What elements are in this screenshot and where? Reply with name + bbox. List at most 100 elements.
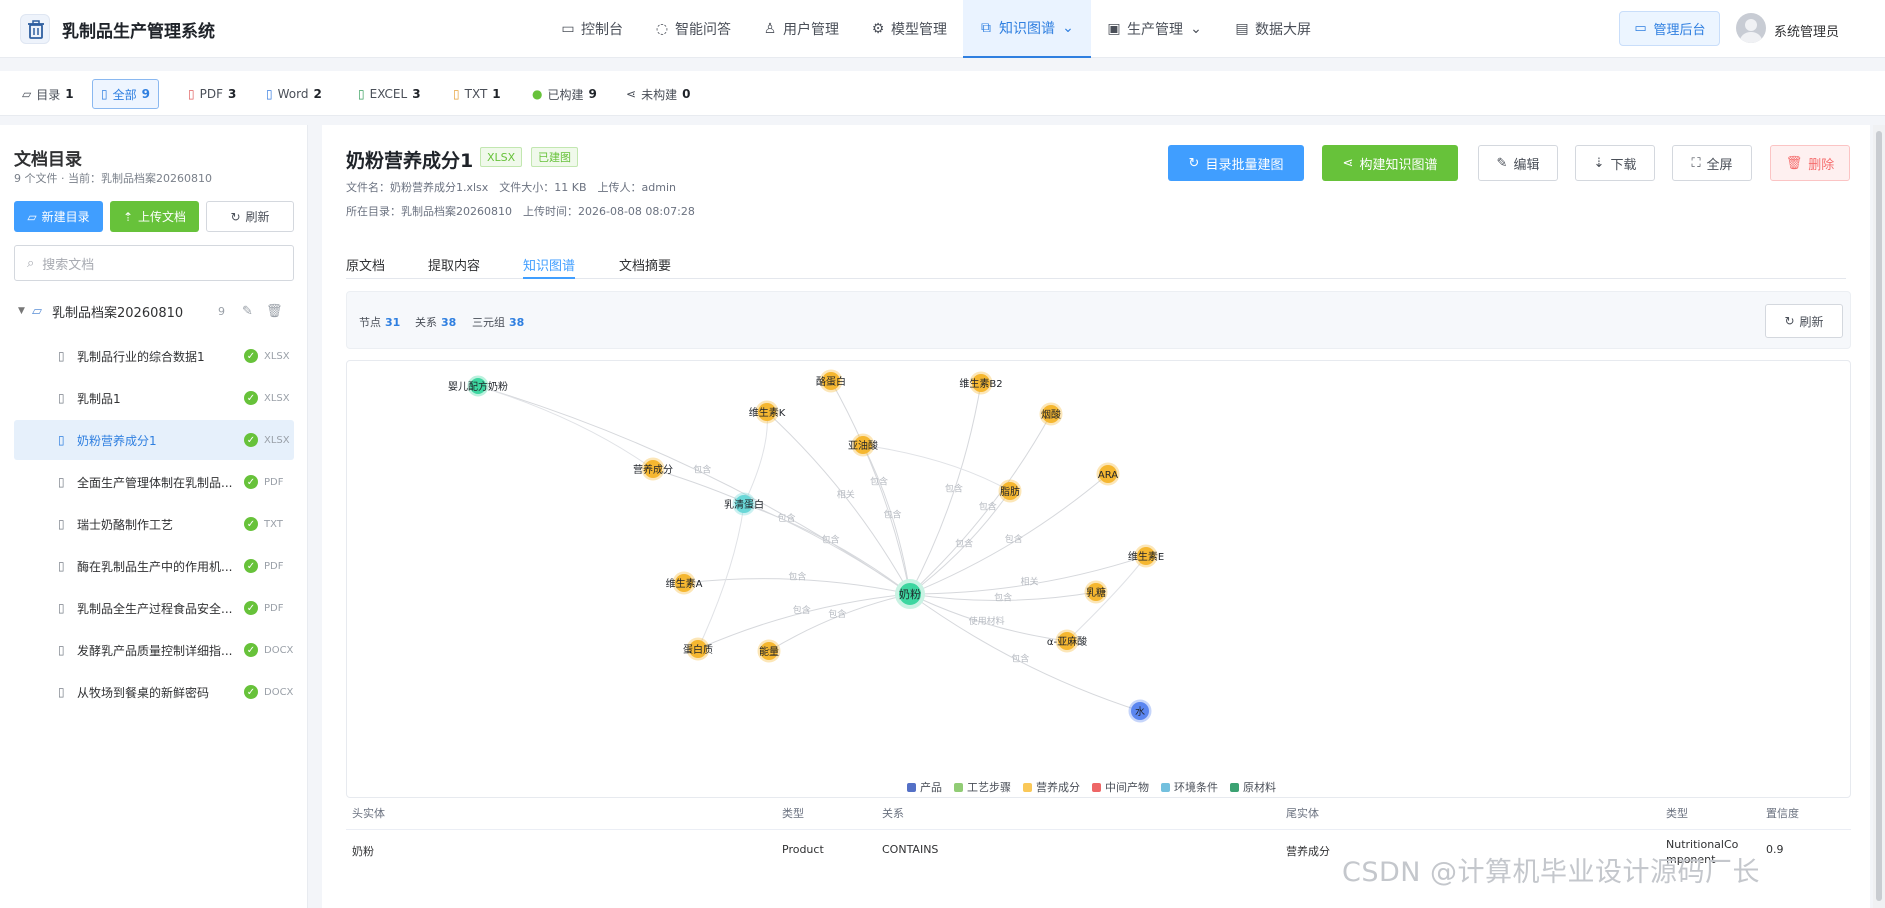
built-status-icon: ✓	[244, 349, 258, 363]
folder-icon: ▱	[22, 87, 32, 101]
filter-directory[interactable]: ▱ 目录 1	[14, 79, 82, 109]
edit-button[interactable]: ✎ 编辑	[1478, 145, 1558, 181]
graph-refresh-button[interactable]: ↻ 刷新	[1765, 304, 1843, 338]
new-directory-button[interactable]: ▱ 新建目录	[14, 201, 103, 232]
built-status-icon: ✓	[244, 517, 258, 531]
legend-item[interactable]: 中间产物	[1092, 779, 1149, 795]
file-item[interactable]: ▯ 乳制品全生产过程食品安全... ✓ PDF	[14, 588, 294, 628]
file-type-tag: XLSX	[480, 147, 523, 167]
search-input[interactable]: ⌕ 搜索文档	[14, 245, 294, 281]
document-meta-line-2: 所在目录：乳制品档案20260810 上传时间：2026-08-08 08:07…	[346, 205, 695, 218]
file-item-active[interactable]: ▯ 奶粉营养成分1 ✓ XLSX	[14, 420, 294, 460]
file-item[interactable]: ▯ 乳制品1 ✓ XLSX	[14, 378, 294, 418]
table-header: 类型	[1666, 807, 1688, 820]
nav-item-users[interactable]: ♙ 用户管理	[747, 0, 855, 58]
nav-item-data-screen[interactable]: ▤ 数据大屏	[1219, 0, 1327, 58]
filter-word[interactable]: ▯ Word 2	[258, 79, 330, 109]
filter-bar: ▱ 目录 1 ▯ 全部 9 ▯ PDF 3 ▯ Word 2 ▯ EXCEL 3 ▯ TXT 1 ● 已构…	[0, 71, 1885, 116]
fullscreen-button[interactable]: ⛶ 全屏	[1672, 145, 1752, 181]
graph-node-label: 维生素A	[666, 577, 703, 590]
graph-icon: ⧉	[981, 20, 991, 36]
user-name[interactable]: 系统管理员	[1774, 21, 1839, 40]
graph-node-label: 奶粉	[899, 587, 921, 601]
legend-item[interactable]: 工艺步骤	[954, 779, 1011, 795]
batch-build-button[interactable]: ↻ 目录批量建图	[1168, 145, 1304, 181]
file-item[interactable]: ▯ 全面生产管理体制在乳制品... ✓ PDF	[14, 462, 294, 502]
file-item[interactable]: ▯ 发酵乳产品质量控制详细指... ✓ DOCX	[14, 630, 294, 670]
graph-edge-label: 包含	[693, 464, 711, 476]
table-header: 头实体	[352, 807, 385, 820]
folder-count: 9	[218, 304, 225, 318]
table-header: 关系	[882, 807, 904, 820]
filter-excel[interactable]: ▯ EXCEL 3	[350, 79, 429, 109]
graph-node-label: α-亚麻酸	[1047, 635, 1087, 648]
edit-icon[interactable]: ✎	[242, 304, 253, 319]
graph-edge	[909, 555, 1147, 595]
built-status-icon: ✓	[244, 433, 258, 447]
share-icon: ⋖	[1342, 155, 1354, 171]
legend-swatch	[954, 782, 963, 792]
graph-edge-label: 包含	[1011, 653, 1029, 665]
document-icon: ▯	[58, 643, 65, 657]
folder-icon: ▱	[32, 303, 42, 319]
excel-icon: ▯	[358, 87, 365, 101]
nav-item-qa[interactable]: ◌ 智能问答	[639, 0, 747, 58]
tab-summary[interactable]: 文档摘要	[619, 255, 671, 279]
app-logo	[20, 14, 50, 44]
refresh-button[interactable]: ↻ 刷新	[206, 201, 294, 232]
graph-edge	[1066, 555, 1147, 642]
built-status-icon: ✓	[244, 601, 258, 615]
knowledge-graph-canvas[interactable]: 包含 包含 包含 相关 包含 包含 包含 包含 包含 包含 相关 包含 包含 使用材料 包含 包含 包含 奶粉 婴儿…	[346, 360, 1851, 798]
chart-icon: ▤	[1235, 21, 1249, 37]
document-icon: ▯	[58, 433, 65, 447]
legend-item[interactable]: 环境条件	[1161, 779, 1218, 795]
file-item[interactable]: ▯ 酶在乳制品生产中的作用机... ✓ PDF	[14, 546, 294, 586]
folder-item[interactable]: ▼ ▱ 乳制品档案20260810 9 ✎ 🗑	[18, 298, 294, 324]
admin-panel-button[interactable]: ▭ 管理后台	[1619, 11, 1720, 46]
search-icon: ⌕	[27, 255, 35, 271]
tab-original[interactable]: 原文档	[346, 255, 385, 279]
caret-down-icon: ▼	[18, 306, 25, 316]
top-bar: 乳制品生产管理系统 ▭ 控制台 ◌ 智能问答 ♙ 用户管理 ⚙ 模型管理 ⧉ 知识图谱 ⌄ …	[0, 0, 1885, 58]
filter-all[interactable]: ▯ 全部 9	[92, 79, 159, 109]
file-item[interactable]: ▯ 乳制品行业的综合数据1 ✓ XLSX	[14, 336, 294, 376]
graph-node-label: 蛋白质	[683, 643, 713, 656]
sidebar-subtitle: 9 个文件 · 当前：乳制品档案20260810	[14, 172, 212, 185]
filter-pdf[interactable]: ▯ PDF 3	[180, 79, 244, 109]
delete-icon[interactable]: 🗑	[266, 304, 283, 319]
graph-edge-label: 使用材料	[969, 615, 1005, 627]
page-scrollbar[interactable]	[1873, 125, 1885, 908]
built-status-icon: ✓	[244, 643, 258, 657]
graph-node-label: 营养成分	[633, 463, 673, 476]
tab-knowledge-graph[interactable]: 知识图谱	[523, 255, 576, 279]
avatar[interactable]	[1736, 13, 1766, 43]
filter-unbuilt[interactable]: ⋖ 未构建 0	[618, 79, 698, 109]
nav-item-knowledge-graph[interactable]: ⧉ 知识图谱 ⌄	[963, 0, 1091, 58]
file-item[interactable]: ▯ 瑞士奶酪制作工艺 ✓ TXT	[14, 504, 294, 544]
upload-document-button[interactable]: ⇡ 上传文档	[110, 201, 199, 232]
filter-built[interactable]: ● 已构建 9	[524, 79, 605, 109]
graph-edge-label: 包含	[1005, 533, 1023, 545]
delete-button[interactable]: 🗑 删除	[1770, 145, 1850, 181]
legend-item[interactable]: 产品	[907, 779, 942, 795]
download-button[interactable]: ⇣ 下载	[1575, 145, 1655, 181]
nav-item-production[interactable]: ▣ 生产管理 ⌄	[1091, 0, 1219, 58]
graph-edge	[743, 411, 768, 505]
file-item[interactable]: ▯ 从牧场到餐桌的新鲜密码 ✓ DOCX	[14, 672, 294, 712]
nav-item-dashboard[interactable]: ▭ 控制台	[545, 0, 639, 58]
build-graph-button[interactable]: ⋖ 构建知识图谱	[1322, 145, 1458, 181]
folder-plus-icon: ▱	[27, 209, 37, 224]
legend-swatch	[1092, 782, 1101, 792]
word-icon: ▯	[266, 87, 273, 101]
knowledge-graph-svg[interactable]: 包含包含包含相关包含包含包含包含包含包含相关包含包含使用材料包含 包含包含奶粉婴儿…	[347, 361, 1851, 798]
graph-edge	[830, 380, 911, 595]
refresh-icon: ↻	[1784, 314, 1795, 328]
nav-item-models[interactable]: ⚙ 模型管理	[855, 0, 963, 58]
delete-icon: 🗑	[1785, 155, 1803, 171]
legend-item[interactable]: 原材料	[1230, 779, 1276, 795]
filter-txt[interactable]: ▯ TXT 1	[445, 79, 509, 109]
tab-extracted[interactable]: 提取内容	[428, 255, 480, 279]
triple-count: 三元组 38	[472, 316, 525, 329]
legend-item[interactable]: 营养成分	[1023, 779, 1080, 795]
graph-edge-label: 包含	[822, 533, 840, 545]
